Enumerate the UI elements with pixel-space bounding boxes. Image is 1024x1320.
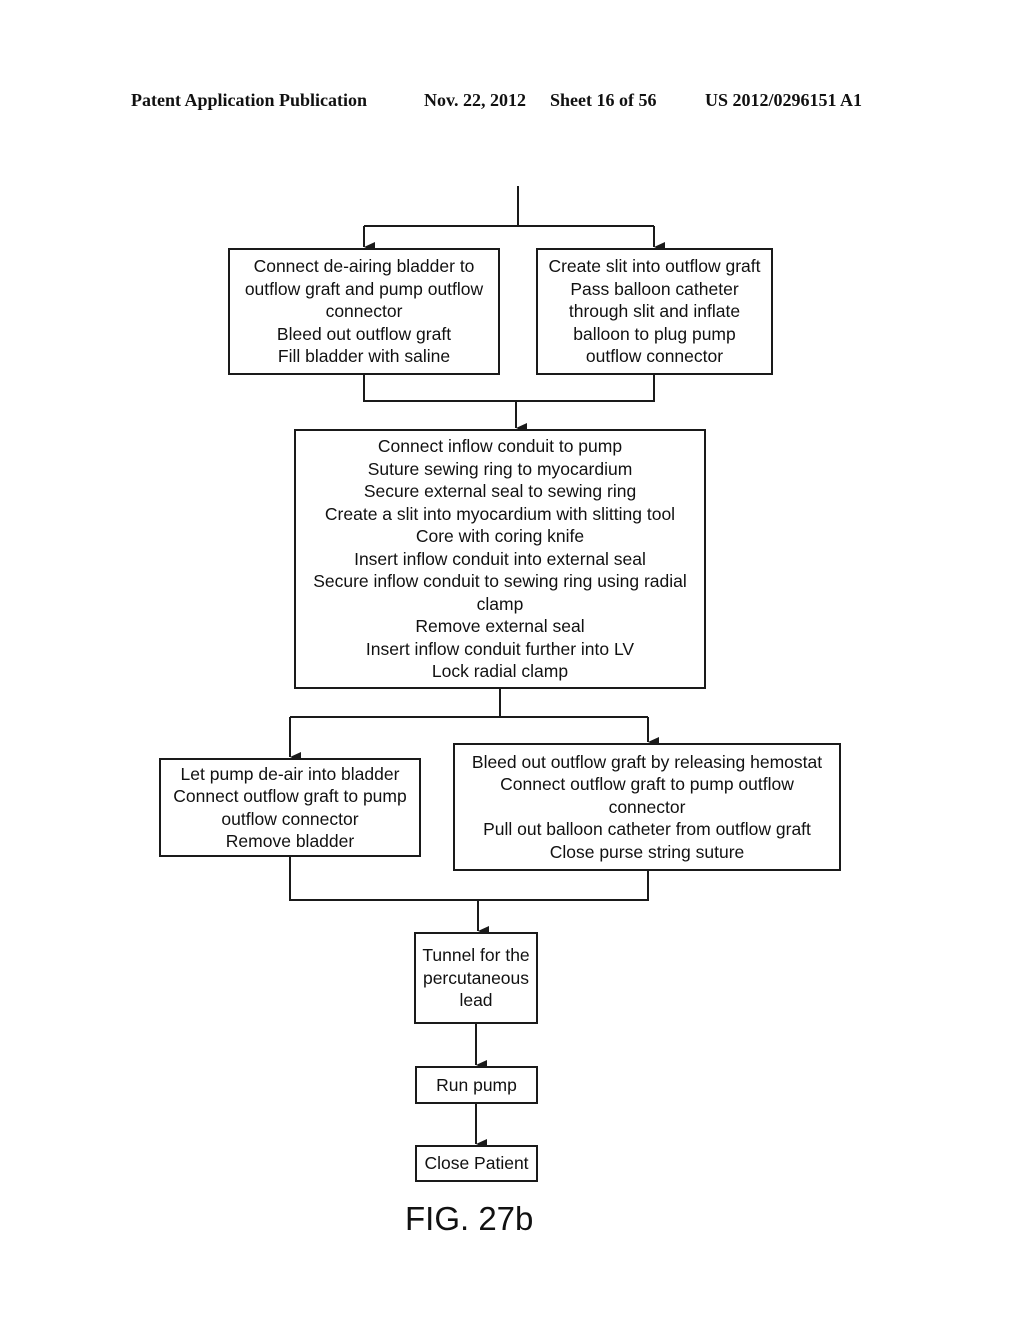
- step-text: Fill bladder with saline: [277, 346, 451, 367]
- step-text: Suture sewing ring to myocardium: [367, 458, 633, 479]
- step-text: Bleed out outflow graft: [276, 323, 452, 344]
- box-close-patient: Close Patient: [415, 1145, 538, 1182]
- box-inflow-conduit: Connect inflow conduit to pump Suture se…: [294, 429, 706, 689]
- step-text: Connect outflow graft to pump: [173, 786, 407, 806]
- step-text: Core with coring knife: [415, 526, 585, 547]
- step-text: percutaneous: [422, 967, 530, 988]
- step-text: Connect outflow graft to pump outflow: [500, 774, 794, 795]
- step-text: through slit and inflate: [568, 301, 741, 322]
- step-text: Secure inflow conduit to sewing ring usi…: [313, 571, 687, 592]
- step-text: Tunnel for the: [422, 945, 530, 966]
- box-balloon-catheter: Create slit into outflow graft Pass ball…: [536, 248, 773, 375]
- step-text: Create a slit into myocardium with slitt…: [324, 503, 676, 524]
- step-text: Connect de-airing bladder to: [253, 256, 475, 277]
- step-text: balloon to plug pump: [573, 323, 736, 344]
- step-text: Let pump de-air into bladder: [180, 763, 400, 784]
- figure-label: FIG. 27b: [405, 1200, 534, 1237]
- box-run-pump: Run pump: [415, 1066, 538, 1104]
- step-text: Create slit into outflow graft: [548, 256, 761, 277]
- step-text: Remove bladder: [225, 831, 355, 851]
- step-text: Connect inflow conduit to pump: [377, 436, 623, 457]
- box-deairing-bladder: Connect de-airing bladder to outflow gra…: [228, 248, 500, 375]
- step-text: connector: [325, 301, 403, 322]
- box-release-hemostat: Bleed out outflow graft by releasing hem…: [453, 743, 841, 871]
- merge-line-top: [363, 375, 655, 402]
- step-text: connector: [608, 796, 686, 817]
- box-tunnel-lead: Tunnel for the percutaneous lead: [414, 932, 538, 1024]
- step-text: Close purse string suture: [549, 841, 745, 862]
- step-text: Run pump: [436, 1074, 517, 1095]
- step-text: lead: [459, 990, 493, 1011]
- step-text: Insert inflow conduit into external seal: [354, 548, 646, 569]
- step-text: outflow connector: [585, 346, 724, 367]
- step-text: Secure external seal to sewing ring: [363, 481, 637, 502]
- step-text: outflow connector: [221, 808, 359, 829]
- step-text: Bleed out outflow graft by releasing hem…: [471, 751, 823, 772]
- step-text: Remove external seal: [415, 616, 585, 637]
- step-text: outflow graft and pump outflow: [244, 278, 484, 299]
- step-text: Insert inflow conduit further into LV: [365, 638, 635, 659]
- step-text: Pass balloon catheter: [570, 278, 739, 299]
- step-text: Lock radial clamp: [431, 661, 569, 682]
- step-text: Close Patient: [424, 1153, 529, 1174]
- box-deair-pump: Let pump de-air into bladder Connect out…: [159, 758, 421, 857]
- step-text: Pull out balloon catheter from outflow g…: [483, 819, 811, 840]
- step-text: clamp: [476, 593, 524, 614]
